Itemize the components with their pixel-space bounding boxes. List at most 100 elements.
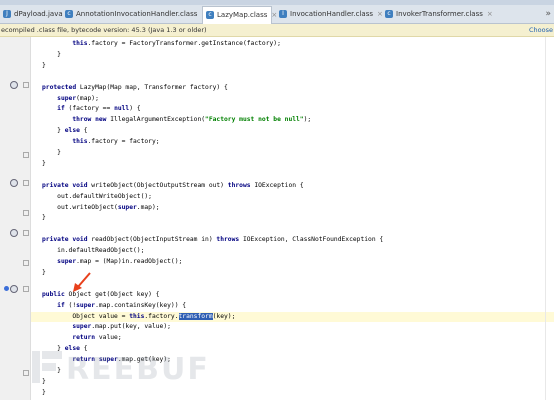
code-text: (map);	[76, 94, 99, 102]
code-text: .map = (Map)in.readObject();	[76, 258, 183, 265]
code-text: readObject(ObjectInputStream in)	[87, 236, 217, 244]
code-keyword: super	[117, 203, 137, 211]
code-text: out.defaultWriteObject();	[42, 192, 152, 200]
code-keyword: if	[57, 105, 65, 113]
code-text: IOException {	[250, 181, 304, 189]
tab-invokertransformer[interactable]: c InvokerTransformer.class ×	[382, 6, 493, 22]
code-line: if (factory == null) {	[31, 104, 554, 114]
code-keyword: private void	[42, 181, 88, 189]
code-line: }	[31, 213, 554, 223]
editor-tab-bar: J dPayload.java× c AnnotationInvocationH…	[0, 5, 554, 24]
fold-marker-icon[interactable]	[23, 180, 29, 186]
tab-lazymap-class[interactable]: c LazyMap.class ×	[202, 6, 277, 24]
choose-sources-link[interactable]: Choose	[529, 26, 553, 34]
fold-marker-icon[interactable]	[23, 260, 29, 266]
tab-overflow-icon[interactable]: »	[545, 6, 551, 22]
code-line: super.map.put(key, value);	[31, 322, 554, 332]
override-method-icon[interactable]	[10, 285, 18, 293]
code-text: .factory = FactoryTransformer.getInstanc…	[87, 40, 281, 47]
class-file-icon: c	[206, 11, 214, 19]
code-line: protected LazyMap(Map map, Transformer f…	[31, 83, 554, 93]
code-text: writeObject(ObjectOutputStream out)	[87, 181, 228, 189]
code-text: .map.put(key, value);	[91, 323, 171, 331]
code-text: IOException, ClassNotFoundException {	[239, 236, 384, 244]
editor-gutter	[0, 37, 31, 400]
code-text: }	[42, 159, 46, 167]
code-keyword: protected	[42, 83, 77, 91]
code-text: }	[42, 388, 46, 396]
code-line: throw new IllegalArgumentException("Fact…	[31, 115, 554, 125]
code-keyword: this	[72, 40, 88, 47]
tab-label: AnnotationInvocationHandler.class	[76, 10, 198, 18]
close-icon[interactable]: ×	[487, 10, 493, 18]
override-method-icon[interactable]	[10, 179, 18, 187]
code-line: in.defaultReadObject();	[31, 246, 554, 256]
code-text: LazyMap(Map map, Transformer factory) {	[76, 83, 228, 91]
code-text: (key);	[212, 312, 236, 320]
fold-marker-icon[interactable]	[23, 82, 29, 88]
code-text: out.writeObject(	[42, 203, 118, 211]
red-arrow-annotation	[73, 272, 91, 292]
code-text: );	[303, 116, 312, 124]
code-editor[interactable]: this.factory = FactoryTransformer.getIns…	[31, 37, 554, 400]
code-keyword: super	[72, 323, 92, 331]
code-line: private void readObject(ObjectInputStrea…	[31, 235, 554, 245]
breakpoint-icon[interactable]	[4, 286, 9, 291]
code-keyword: if	[57, 301, 65, 309]
code-keyword: public	[42, 290, 65, 298]
notice-text: ecompiled .class file, bytecode version:…	[1, 26, 207, 34]
code-string: "Factory must not be null"	[205, 116, 304, 124]
selected-token: transform	[178, 312, 213, 320]
code-line: out.writeObject(super.map);	[31, 203, 554, 213]
code-line: }	[31, 388, 554, 398]
code-text: }	[42, 61, 46, 69]
code-keyword: return	[72, 334, 96, 342]
code-keyword: super	[57, 94, 77, 102]
code-line: this.factory = factory;	[31, 137, 554, 147]
tab-invocationhandler[interactable]: I InvocationHandler.class ×	[276, 6, 383, 22]
code-text: (factory ==	[64, 105, 115, 113]
code-keyword: null	[114, 105, 130, 113]
fold-marker-icon[interactable]	[23, 230, 29, 236]
code-keyword: throws	[216, 236, 240, 244]
code-line: super(map);	[31, 94, 554, 104]
code-line: Object value = this.factory.transform(ke…	[31, 311, 554, 322]
code-text: }	[42, 127, 65, 135]
freebuf-logo-icon	[32, 351, 62, 383]
code-line: } else {	[31, 126, 554, 136]
code-text: }	[42, 214, 46, 222]
code-text: .factory = factory;	[87, 138, 160, 146]
fold-marker-icon[interactable]	[23, 370, 29, 376]
decompiled-notice-bar: ecompiled .class file, bytecode version:…	[0, 24, 554, 37]
java-file-icon: J	[3, 10, 11, 18]
tab-label: InvocationHandler.class	[290, 10, 373, 18]
code-keyword: super	[76, 301, 96, 309]
code-keyword: this	[129, 312, 145, 320]
code-text: }	[42, 268, 46, 276]
code-keyword: throw new	[72, 116, 107, 124]
class-file-icon: c	[65, 10, 73, 18]
fold-marker-icon[interactable]	[23, 210, 29, 216]
fold-marker-icon[interactable]	[23, 152, 29, 158]
interface-file-icon: I	[279, 10, 287, 18]
code-line: }	[31, 148, 554, 158]
fold-marker-icon[interactable]	[23, 286, 29, 292]
code-line: }	[31, 61, 554, 71]
tab-payload-java[interactable]: J dPayload.java×	[0, 6, 73, 22]
code-text: }	[42, 50, 61, 58]
code-text: IllegalArgumentException(	[106, 116, 206, 124]
code-text: value;	[95, 334, 122, 342]
tab-annotationinvocationhandler[interactable]: c AnnotationInvocationHandler.class×	[62, 6, 207, 22]
override-method-icon[interactable]	[10, 229, 18, 237]
override-method-icon[interactable]	[10, 81, 18, 89]
